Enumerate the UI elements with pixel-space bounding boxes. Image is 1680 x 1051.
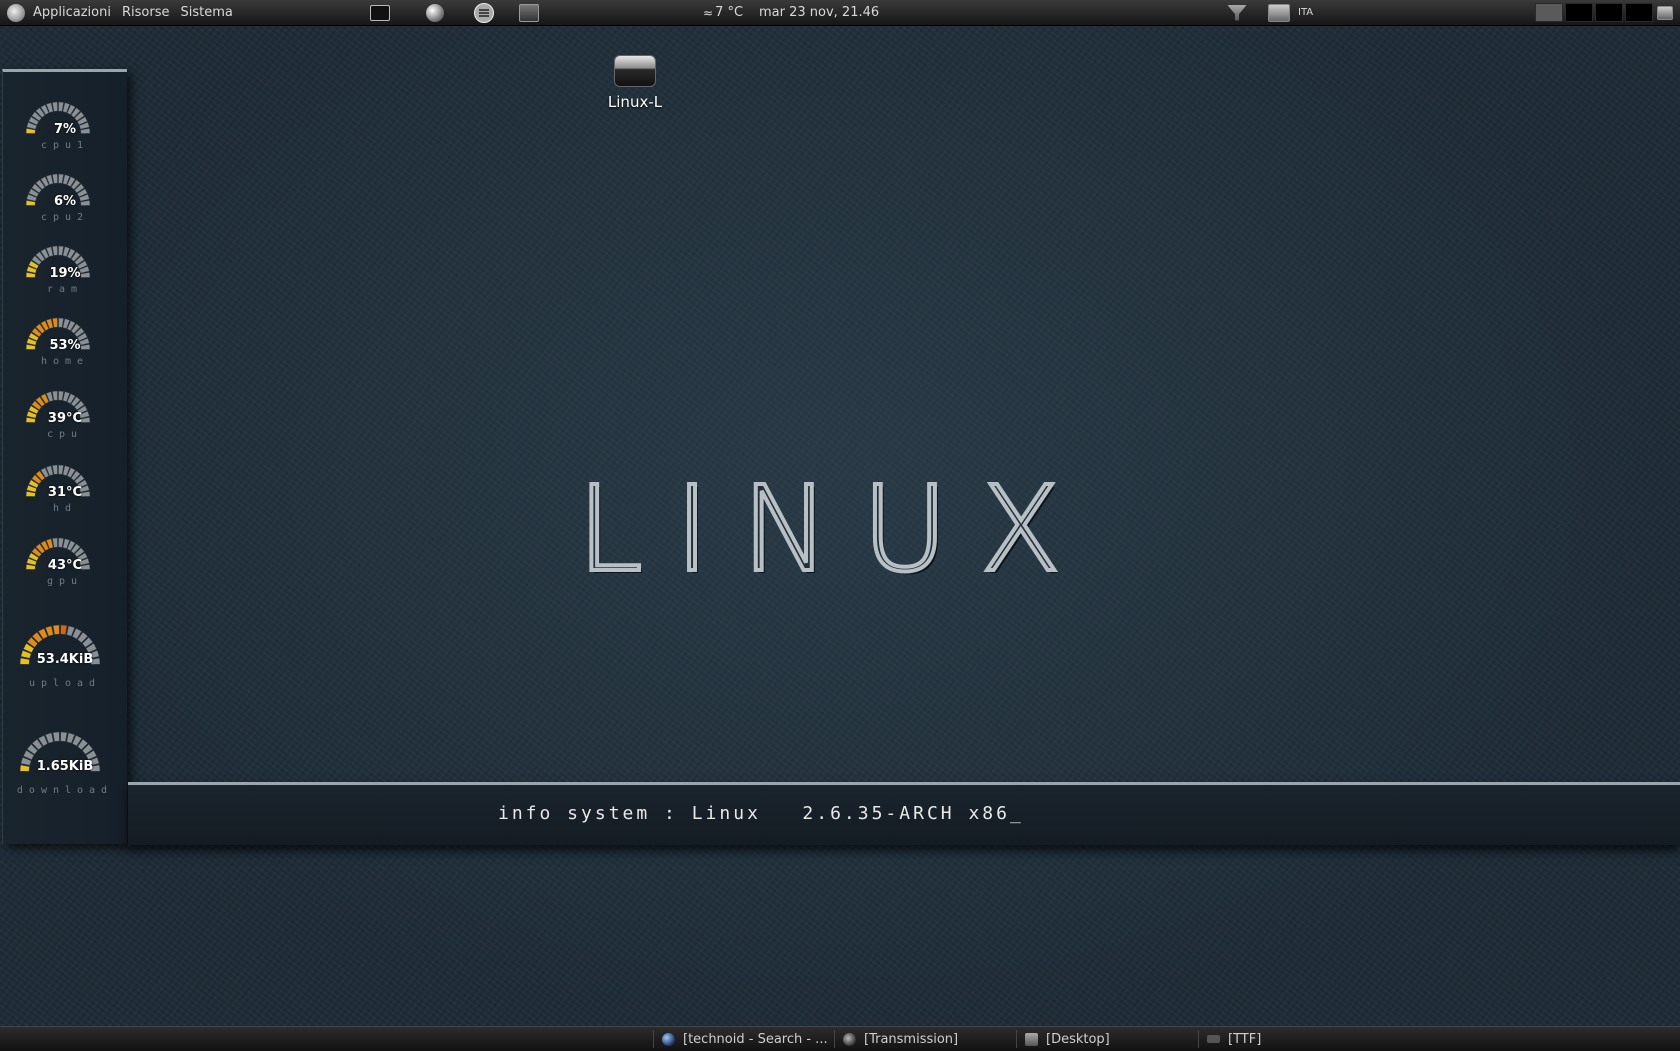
gauge-value: 53% — [49, 338, 81, 353]
menu-sistema[interactable]: Sistema — [180, 5, 232, 20]
gauge-segment — [58, 537, 64, 548]
browser-launcher[interactable] — [424, 3, 446, 23]
clock-datetime: mar 23 nov, 21.46 — [759, 5, 880, 20]
gauge-upload: 53.4KiB upload — [3, 615, 127, 710]
desktop-icon — [1025, 1032, 1038, 1046]
workspace-1[interactable] — [1535, 3, 1563, 22]
hard-drive-icon — [614, 55, 656, 87]
monitor-icon — [519, 3, 539, 22]
taskbar-item-transmission[interactable]: [Transmission] — [834, 1030, 1019, 1048]
system-monitor-gauges: 7% cpu1 6% cpu2 19% ram 53% home 39°C cpu 31°C hd 43… — [2, 69, 127, 844]
gauge-label: cpu1 — [40, 140, 90, 151]
menu-risorse[interactable]: Risorse — [122, 5, 170, 20]
gauge-label: cpu — [46, 429, 84, 440]
taskbar-item-desktop[interactable]: [Desktop] — [1016, 1030, 1201, 1048]
desktop-drive-icon[interactable]: Linux-L — [590, 55, 680, 111]
gauge-segment — [52, 624, 60, 635]
workspace-3[interactable] — [1595, 3, 1623, 22]
task-title: [TTF] — [1228, 1031, 1262, 1047]
distro-logo-icon[interactable] — [7, 3, 25, 22]
gauge-segment — [52, 731, 60, 742]
gauge-value: 7% — [53, 122, 77, 137]
info-system-text: info system : Linux 2.6.35-ARCH x86_ — [498, 803, 1024, 824]
gauge-value: 39°C — [47, 411, 83, 426]
gauge-segment — [52, 101, 58, 112]
gauge-label: upload — [28, 678, 102, 689]
gauge-value: 43°C — [47, 558, 83, 573]
info-system-bar: info system : Linux 2.6.35-ARCH x86_ — [128, 782, 1680, 845]
gauge-ram: 19% ram — [3, 236, 127, 306]
window-icon — [1207, 1035, 1220, 1043]
transmission-icon — [843, 1032, 856, 1046]
gauge-segment — [58, 317, 64, 328]
gauge-hd: 31°C hd — [3, 455, 127, 525]
gauge-cpu2: 6% cpu2 — [3, 164, 127, 234]
gauge-label: gpu — [46, 576, 84, 587]
browser-icon — [426, 3, 444, 22]
taskbar-item-browser[interactable]: [technoid - Search - ... — [653, 1030, 838, 1048]
gauge-segment — [52, 537, 58, 548]
gauge-segment — [58, 173, 64, 184]
taskbar-item-ttf[interactable]: [TTF] — [1198, 1030, 1383, 1048]
gauge-value: 19% — [49, 266, 81, 281]
gauge-dial-download — [19, 731, 101, 772]
workspace-switcher — [1533, 0, 1653, 25]
gauge-download: 1.65KiB download — [3, 722, 127, 817]
workspace-2[interactable] — [1565, 3, 1593, 22]
desktop-icon-label: Linux-L — [607, 93, 663, 111]
gauge-value: 53.4KiB — [36, 652, 94, 667]
task-title: [Transmission] — [864, 1031, 959, 1047]
gauge-value: 1.65KiB — [36, 759, 94, 774]
fog-weather-icon: ≈ — [703, 5, 714, 20]
gauge-gpu: 43°C gpu — [3, 528, 127, 598]
files-icon — [474, 2, 494, 23]
network-icon[interactable] — [1227, 4, 1247, 21]
gauge-segment — [52, 317, 58, 328]
gauge-segment — [60, 624, 68, 635]
gauge-segment — [58, 464, 64, 475]
gauge-label: cpu2 — [40, 212, 90, 223]
show-desktop-icon[interactable] — [1657, 5, 1673, 20]
top-panel: Applicazioni Risorse Sistema ≈ 7 °C mar … — [0, 0, 1680, 26]
gauge-value: 31°C — [47, 485, 83, 500]
terminal-launcher[interactable] — [369, 3, 391, 23]
gauge-segment — [52, 464, 58, 475]
weather-applet[interactable]: ≈ 7 °C — [703, 0, 743, 25]
terminal-icon — [370, 4, 390, 21]
gauge-cpu: 39°C cpu — [3, 381, 127, 451]
gauge-cpu1: 7% cpu1 — [3, 92, 127, 162]
menu-applicazioni[interactable]: Applicazioni — [33, 5, 111, 20]
gauge-home: 53% home — [3, 308, 127, 378]
clock[interactable]: mar 23 nov, 21.46 — [759, 0, 879, 25]
gauge-segment — [58, 390, 64, 401]
gauge-dial-upload — [19, 624, 101, 665]
gauge-segment — [58, 245, 64, 256]
display-icon[interactable] — [1268, 3, 1290, 22]
task-title: [Desktop] — [1046, 1031, 1110, 1047]
gauge-label: hd — [52, 503, 78, 514]
monitor-launcher[interactable] — [518, 3, 540, 23]
gauge-segment — [58, 101, 64, 112]
gauge-label: download — [16, 785, 114, 796]
weather-temperature: 7 °C — [715, 5, 744, 20]
web-icon — [662, 1032, 675, 1046]
keyboard-layout-indicator[interactable]: ITA — [1298, 7, 1313, 18]
gauge-segment — [52, 173, 58, 184]
gauge-segment — [60, 731, 68, 742]
gauge-segment — [52, 390, 58, 401]
gauge-segment — [52, 245, 58, 256]
task-title: [technoid - Search - ... — [683, 1031, 828, 1047]
gauge-label: ram — [46, 284, 84, 295]
bottom-panel: [technoid - Search - ... [Transmission] … — [0, 1026, 1680, 1051]
gauge-value: 6% — [53, 194, 77, 209]
files-launcher[interactable] — [473, 2, 495, 23]
linux-wallpaper-logo: LINUX — [575, 460, 1094, 598]
workspace-4[interactable] — [1625, 3, 1653, 22]
gauge-label: home — [40, 356, 90, 367]
